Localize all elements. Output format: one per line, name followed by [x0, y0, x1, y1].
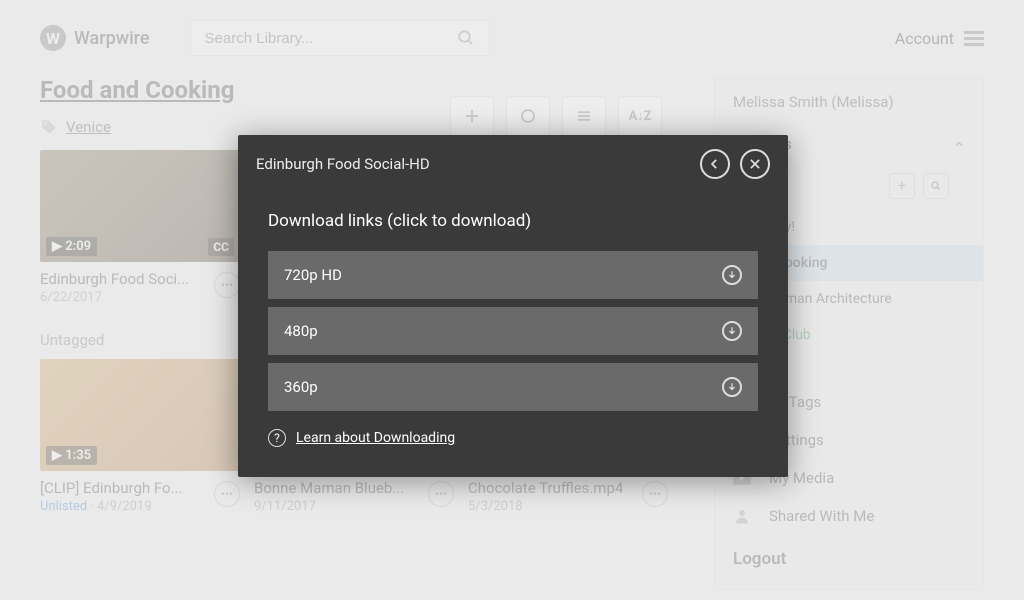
- download-modal: Edinburgh Food Social-HD Download links …: [238, 135, 788, 477]
- arrow-left-icon: [708, 157, 722, 171]
- download-icon: [722, 265, 742, 285]
- close-icon: [748, 157, 762, 171]
- back-button[interactable]: [700, 149, 730, 179]
- download-icon: [722, 321, 742, 341]
- download-option-480p[interactable]: 480p: [268, 307, 758, 355]
- learn-row: ? Learn about Downloading: [268, 429, 758, 447]
- learn-link[interactable]: Learn about Downloading: [296, 430, 455, 446]
- modal-subtitle: Download links (click to download): [268, 211, 758, 231]
- close-button[interactable]: [740, 149, 770, 179]
- help-icon: ?: [268, 429, 286, 447]
- modal-title: Edinburgh Food Social-HD: [256, 155, 690, 173]
- download-icon: [722, 377, 742, 397]
- download-option-360p[interactable]: 360p: [268, 363, 758, 411]
- download-option-720p[interactable]: 720p HD: [268, 251, 758, 299]
